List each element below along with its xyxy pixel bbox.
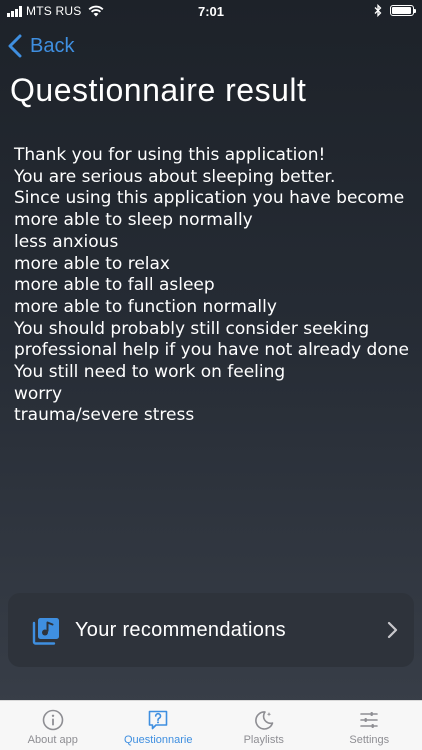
- bluetooth-icon: [374, 4, 382, 17]
- tab-playlists[interactable]: Playlists: [211, 701, 317, 750]
- back-label: Back: [30, 34, 75, 57]
- result-line: more able to sleep normally: [14, 210, 253, 231]
- tab-questionnaire[interactable]: Questionnarie: [106, 701, 212, 750]
- result-line: You should probably still consider seeki…: [14, 318, 409, 361]
- status-time: 7:01: [197, 4, 225, 19]
- result-line: Thank you for using this application!: [14, 145, 326, 165]
- recommendations-label: Your recommendations: [75, 619, 286, 641]
- result-line: less anxious: [14, 231, 119, 252]
- battery-icon: [390, 5, 416, 16]
- tab-label: Settings: [349, 734, 390, 746]
- music-playlist-icon: [32, 618, 59, 645]
- info-icon: [42, 709, 64, 731]
- chevron-left-icon: [8, 34, 22, 58]
- tab-label: Questionnarie: [124, 734, 193, 746]
- page-title: Questionnaire result: [10, 72, 307, 108]
- tab-label: About app: [27, 734, 78, 746]
- result-line: You still need to work on feeling: [14, 362, 286, 383]
- tab-label: Playlists: [243, 734, 284, 746]
- result-line: more able to fall asleep: [14, 275, 215, 296]
- sliders-icon: [360, 712, 379, 728]
- chevron-right-icon: [387, 621, 398, 639]
- question-bubble-icon: [148, 710, 168, 730]
- recommendations-button[interactable]: Your recommendations: [8, 593, 414, 667]
- result-text: Thank you for using this application! Yo…: [14, 145, 414, 427]
- result-line: worry: [14, 383, 63, 404]
- result-line: more able to relax: [14, 253, 170, 274]
- result-line: Since using this application you have be…: [14, 188, 405, 209]
- result-line: trauma/severe stress: [14, 405, 195, 426]
- moon-icon: [254, 711, 274, 730]
- tab-bar: About app Questionnarie Playlists Settin…: [0, 700, 422, 750]
- result-line: You are serious about sleeping better.: [14, 166, 336, 187]
- status-bar: MTS RUS 7:01: [0, 0, 422, 22]
- tab-about-app[interactable]: About app: [0, 701, 106, 750]
- result-line: more able to function normally: [14, 296, 277, 317]
- tab-settings[interactable]: Settings: [317, 701, 422, 750]
- back-button[interactable]: Back: [8, 31, 74, 61]
